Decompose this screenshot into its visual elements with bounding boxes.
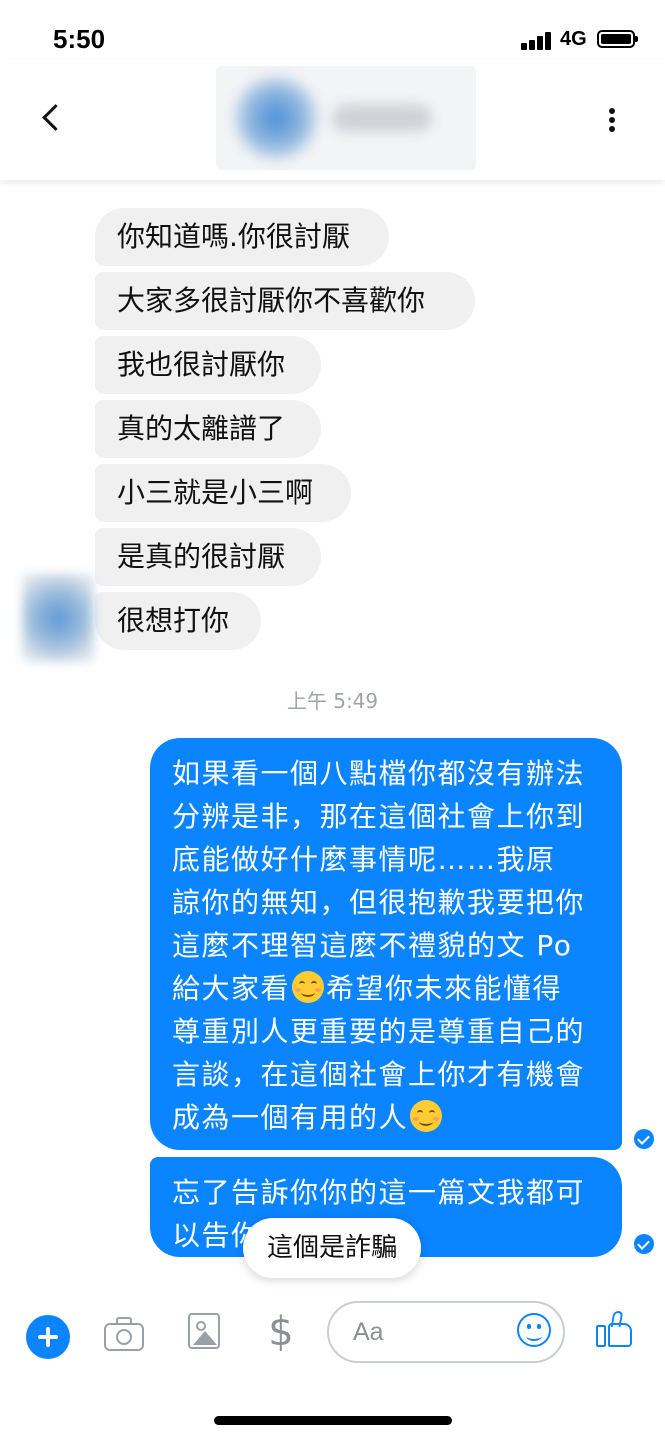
message-input[interactable]: Aa: [327, 1301, 565, 1363]
read-receipt-icon: [634, 1234, 654, 1254]
message-text: 成為一個有用的人: [172, 1101, 409, 1134]
read-receipt-icon: [634, 1129, 654, 1149]
message-line: 這麼不理智這麼不禮貌的文 Po: [172, 929, 573, 962]
gallery-icon[interactable]: [188, 1313, 220, 1349]
chat-header: [0, 60, 665, 180]
incoming-message[interactable]: 你知道嗎.你很討厭: [95, 208, 389, 266]
smiling-face-emoji-icon: [410, 1100, 443, 1132]
camera-icon[interactable]: [104, 1317, 148, 1351]
message-line: 底能做好什麼事情呢……我原: [172, 843, 556, 876]
back-chevron-icon[interactable]: [36, 100, 66, 136]
message-line-with-emoji: 給大家看 希望你未來能懂得: [172, 967, 602, 1010]
message-line: 分辨是非，那在這個社會上你到: [172, 800, 586, 833]
message-line-with-emoji: 成為一個有用的人: [172, 1096, 602, 1139]
status-time: 5:50: [53, 24, 106, 54]
message-line: 忘了告訴你你的這一篇文我都可: [172, 1176, 586, 1209]
incoming-message[interactable]: 我也很討厭你: [95, 336, 321, 394]
plus-icon[interactable]: [26, 1315, 70, 1359]
message-line: 如果看一個八點檔你都沒有辦法: [172, 757, 586, 790]
message-text: 希望你未來能懂得: [326, 972, 563, 1005]
incoming-message[interactable]: 小三就是小三啊: [95, 464, 351, 522]
battery-icon: [597, 30, 638, 48]
smiling-face-emoji-icon: [292, 971, 325, 1003]
smiley-icon[interactable]: [517, 1313, 551, 1347]
incoming-message[interactable]: 大家多很討厭你不喜歡你: [95, 272, 475, 330]
message-timestamp: 上午 5:49: [286, 689, 379, 713]
more-options-icon[interactable]: [600, 102, 624, 138]
message-line: 言談，在這個社會上你才有機會: [172, 1058, 586, 1091]
incoming-message[interactable]: 很想打你: [95, 592, 261, 650]
thumbs-up-icon[interactable]: [596, 1309, 636, 1349]
dollar-icon[interactable]: $: [266, 1307, 296, 1357]
overlay-label: 這個是詐騙: [243, 1218, 421, 1278]
message-line: 諒你的無知，但很抱歉我要把你: [172, 886, 586, 919]
message-line: 尊重別人更重要的是尊重自己的: [172, 1015, 586, 1048]
message-text: 給大家看: [172, 972, 291, 1005]
signal-icon: [521, 32, 553, 50]
message-composer: $ Aa: [0, 1295, 665, 1375]
sender-avatar[interactable]: [22, 574, 94, 662]
incoming-message[interactable]: 是真的很討厭: [95, 528, 321, 586]
incoming-message[interactable]: 真的太離譜了: [95, 400, 321, 458]
network-label: 4G: [560, 28, 587, 50]
contact-avatar: [234, 76, 318, 160]
home-indicator[interactable]: [214, 1416, 452, 1425]
outgoing-message[interactable]: 如果看一個八點檔你都沒有辦法 分辨是非，那在這個社會上你到 底能做好什麼事情呢……: [150, 738, 622, 1150]
input-placeholder: Aa: [353, 1318, 384, 1346]
contact-name-blurred: [332, 104, 432, 132]
contact-info-blurred[interactable]: [216, 66, 476, 170]
